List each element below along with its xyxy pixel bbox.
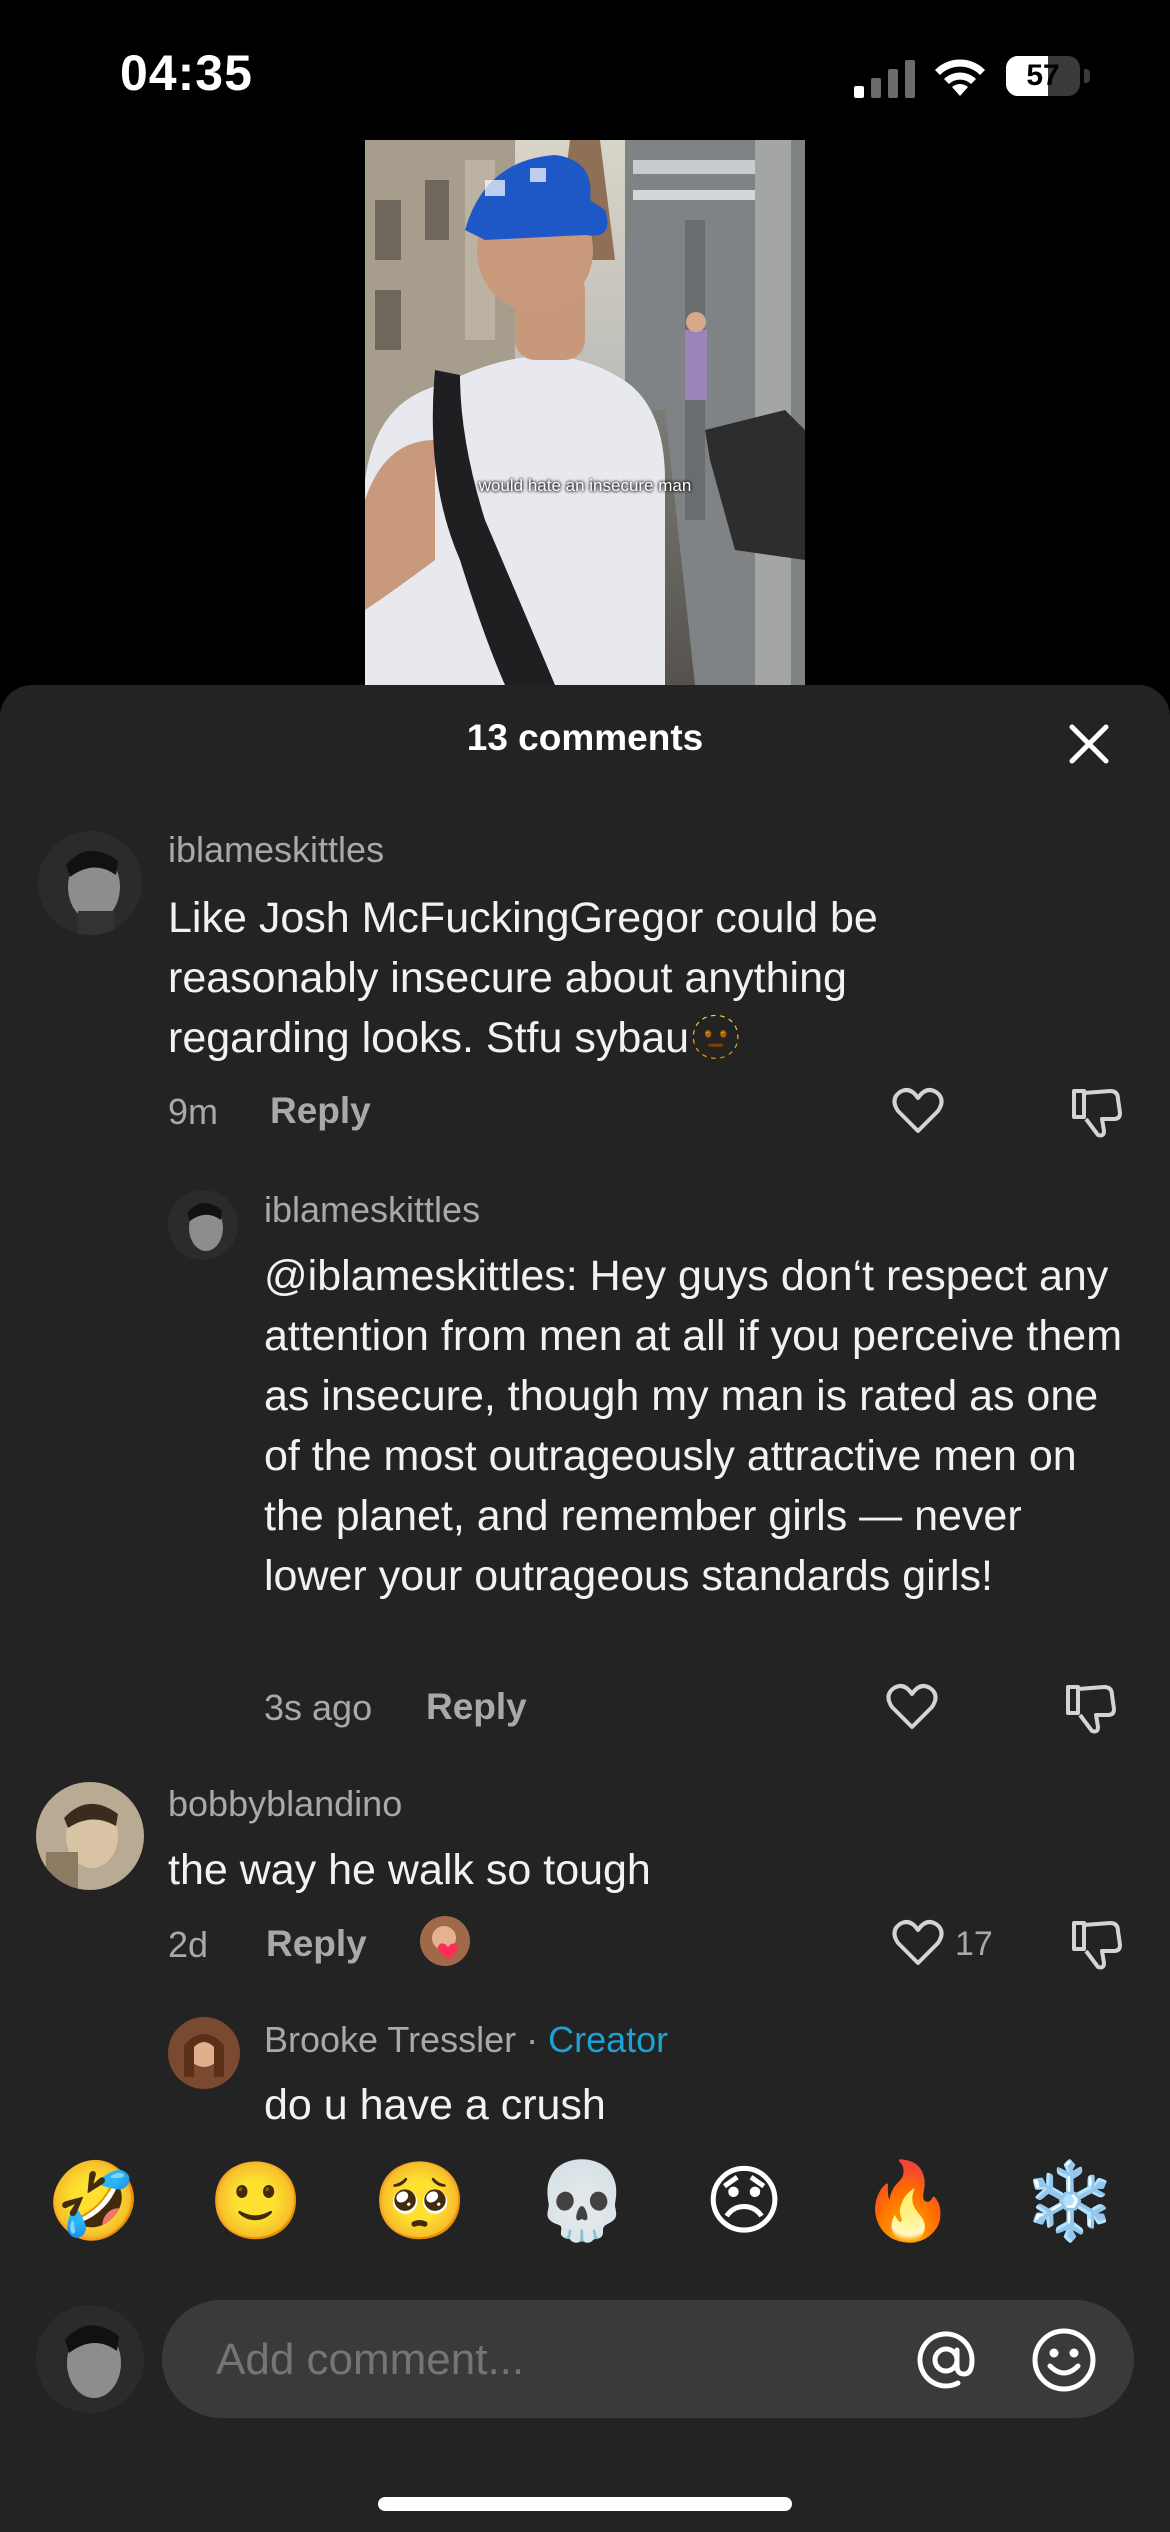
close-icon[interactable] bbox=[1066, 721, 1112, 767]
video-frame-image bbox=[365, 140, 805, 685]
username-separator: · bbox=[516, 2019, 549, 2060]
emoji-smile-button[interactable]: 🙂 bbox=[206, 2151, 306, 2251]
creator-badge: Creator bbox=[548, 2019, 669, 2060]
like-count: 17 bbox=[955, 1925, 993, 1963]
avatar[interactable] bbox=[168, 1190, 238, 1260]
creator-liked-avatar bbox=[420, 1916, 470, 1966]
heart-icon[interactable] bbox=[892, 1087, 944, 1135]
reply-button[interactable]: Reply bbox=[426, 1686, 527, 1728]
reply-button[interactable]: Reply bbox=[270, 1090, 371, 1132]
comment-username[interactable]: iblameskittles bbox=[264, 1189, 480, 1231]
heart-icon[interactable] bbox=[886, 1683, 938, 1731]
comment-emoji: 🫥 bbox=[689, 1013, 743, 1063]
emoji-disappointed-button[interactable]: 😞 bbox=[694, 2151, 794, 2251]
battery-icon: 57 bbox=[1006, 56, 1090, 98]
comment-input-box bbox=[162, 2300, 1134, 2420]
video-player[interactable]: would hate an insecure man bbox=[365, 140, 805, 685]
comment-age: 2d bbox=[168, 1924, 209, 1965]
dislike-icon[interactable] bbox=[1070, 1917, 1124, 1971]
comment-input-row bbox=[0, 2300, 1170, 2430]
comment-text-body: Like Josh McFuckingGregor could be reaso… bbox=[168, 894, 878, 1062]
comments-count-title: 13 comments bbox=[466, 717, 704, 758]
comment-text: do u have a crush bbox=[264, 2081, 606, 2129]
comment-age: 9m bbox=[168, 1091, 219, 1132]
avatar[interactable] bbox=[168, 2017, 240, 2089]
comment-username-text[interactable]: Brooke Tressler bbox=[264, 2019, 516, 2060]
comment-username[interactable]: iblameskittles bbox=[168, 829, 384, 871]
heart-icon[interactable] bbox=[892, 1919, 944, 1967]
wifi-icon bbox=[935, 59, 985, 96]
emoji-picker-icon[interactable] bbox=[1030, 2326, 1098, 2394]
comments-sheet: 13 comments iblameskittles Like Josh McF… bbox=[0, 685, 1170, 2532]
status-time: 04:35 bbox=[120, 45, 253, 101]
mention-icon[interactable] bbox=[914, 2328, 978, 2392]
status-bar: 04:35 57 bbox=[0, 0, 1170, 140]
battery-level: 57 bbox=[1026, 59, 1060, 92]
avatar[interactable] bbox=[36, 1782, 144, 1890]
video-caption: would hate an insecure man bbox=[478, 476, 692, 495]
comment-username: Brooke Tressler · Creator bbox=[264, 2019, 668, 2061]
comment-text: the way he walk so tough bbox=[168, 1846, 651, 1894]
dislike-icon[interactable] bbox=[1070, 1085, 1124, 1139]
dislike-icon[interactable] bbox=[1064, 1681, 1118, 1735]
comment-text: @iblameskittles: Hey guys don‘t respect … bbox=[264, 1252, 1123, 1600]
avatar[interactable] bbox=[38, 831, 142, 935]
emoji-pleading-button[interactable]: 🥺 bbox=[370, 2151, 470, 2251]
comment-age: 3s ago bbox=[264, 1687, 373, 1728]
home-indicator[interactable] bbox=[378, 2497, 792, 2511]
comment-list[interactable]: iblameskittles Like Josh McFuckingGregor… bbox=[0, 805, 1170, 2145]
cellular-signal-icon bbox=[854, 60, 915, 98]
comment-username[interactable]: bobbyblandino bbox=[168, 1783, 402, 1825]
emoji-rofl-button[interactable]: 🤣 bbox=[44, 2151, 144, 2251]
emoji-snowflake-button[interactable]: ❄️ bbox=[1020, 2151, 1120, 2251]
comment-input[interactable] bbox=[214, 2300, 818, 2420]
emoji-fire-button[interactable]: 🔥 bbox=[858, 2151, 958, 2251]
my-avatar[interactable] bbox=[36, 2305, 144, 2413]
emoji-quick-bar: 🤣 🙂 🥺 💀 😞 🔥 ❄️ bbox=[0, 2145, 1170, 2265]
comment-text: Like Josh McFuckingGregor could be reaso… bbox=[168, 888, 968, 1068]
emoji-skull-button[interactable]: 💀 bbox=[532, 2151, 632, 2251]
reply-button[interactable]: Reply bbox=[266, 1923, 367, 1965]
